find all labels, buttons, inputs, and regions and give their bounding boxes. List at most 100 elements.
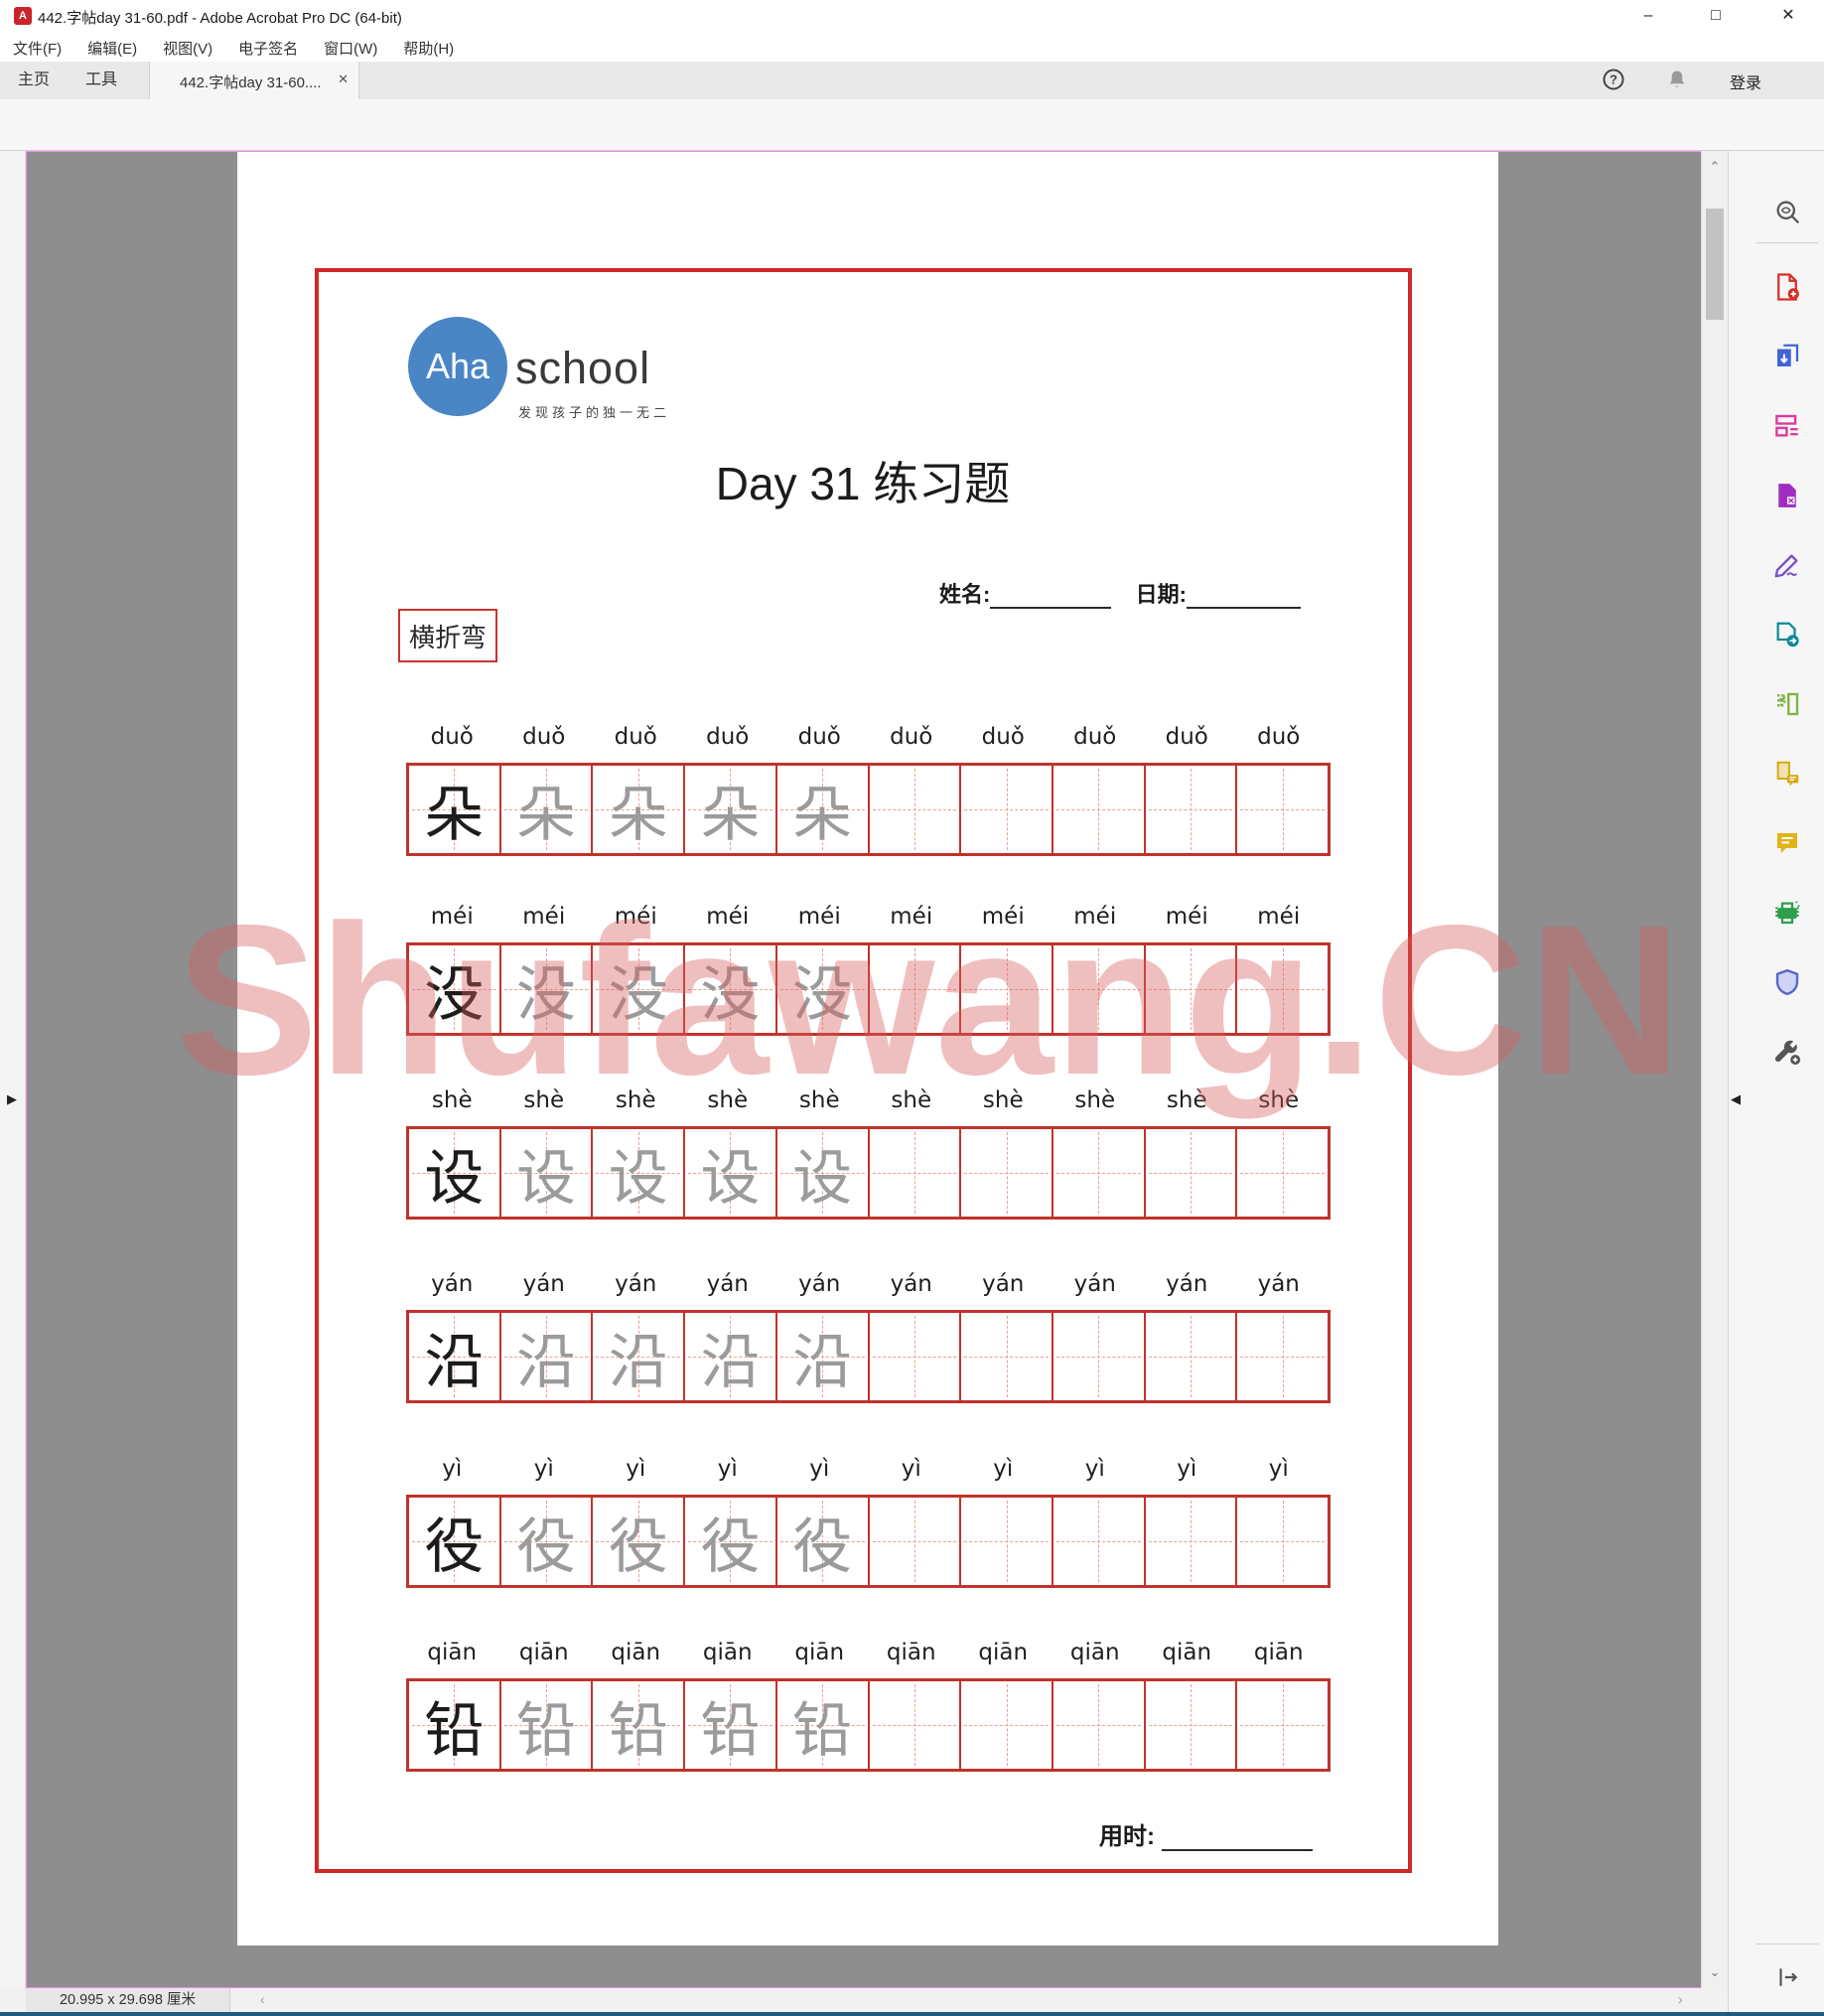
grid-cell: 朵 <box>501 766 594 853</box>
maximize-button[interactable]: □ <box>1694 0 1738 32</box>
tab-bar: 主页 工具 442.字帖day 31-60.... ✕ ? 登录 <box>0 62 1824 99</box>
trace-character: 铅 <box>792 1695 853 1766</box>
pinyin-label: yán <box>1166 1271 1208 1297</box>
tab-document[interactable]: 442.字帖day 31-60.... ✕ <box>149 62 359 99</box>
close-button[interactable]: ✕ <box>1766 0 1810 32</box>
example-character: 设 <box>424 1143 485 1214</box>
trace-character: 朵 <box>516 780 577 850</box>
scroll-left-icon[interactable]: ‹ <box>260 1991 265 2007</box>
pinyin-label: shè <box>982 1087 1024 1113</box>
scroll-up-icon[interactable]: ⌃ <box>1702 159 1728 175</box>
pinyin-label: méi <box>430 904 474 930</box>
menu-view[interactable]: 视图(V) <box>150 33 225 64</box>
pinyin-label: shè <box>798 1087 840 1113</box>
grid-cell: 没 <box>777 945 870 1033</box>
menu-help[interactable]: 帮助(H) <box>390 33 467 64</box>
export-pdf-icon[interactable] <box>1770 479 1804 512</box>
grid-cell <box>1237 766 1328 853</box>
expand-left-pane-icon[interactable]: ▶ <box>7 1092 17 1105</box>
trace-character: 设 <box>608 1143 668 1214</box>
scroll-right-icon[interactable]: › <box>1678 1991 1683 2007</box>
minimize-button[interactable]: – <box>1626 0 1670 32</box>
scan-ocr-icon[interactable] <box>1770 896 1804 930</box>
grid-cell <box>1053 945 1146 1033</box>
tab-tools[interactable]: 工具 <box>71 62 131 99</box>
grid-cell <box>1146 1498 1238 1585</box>
pinyin-label: qiān <box>886 1640 936 1665</box>
trace-character: 朵 <box>792 780 853 850</box>
name-label: 姓名: <box>939 582 991 607</box>
grid-cell: 没 <box>685 945 777 1033</box>
pinyin-label: méi <box>614 904 657 930</box>
menu-esign[interactable]: 电子签名 <box>225 33 311 64</box>
comment-tool-icon[interactable] <box>1770 826 1804 860</box>
menu-file[interactable]: 文件(F) <box>0 33 74 64</box>
protect-pdf-icon[interactable] <box>1770 965 1804 999</box>
collapse-right-pane-icon[interactable]: ◀ <box>1731 1092 1741 1105</box>
pinyin-label: qiān <box>611 1640 661 1665</box>
trace-character: 没 <box>608 959 668 1030</box>
pinyin-label: duǒ <box>1165 724 1208 750</box>
trace-character: 没 <box>516 959 577 1030</box>
notifications-bell-icon[interactable] <box>1665 68 1691 93</box>
grid-cell <box>1237 1313 1328 1400</box>
right-tools-panel: ◀ <box>1728 151 1824 2012</box>
grid-cell <box>1237 945 1328 1033</box>
window-title: 442.字帖day 31-60.pdf - Adobe Acrobat Pro … <box>38 10 402 27</box>
search-tools-icon[interactable] <box>1770 195 1804 228</box>
open-tools-pane-icon[interactable] <box>1770 1960 1804 1994</box>
login-button[interactable]: 登录 <box>1730 70 1761 93</box>
trace-character: 沿 <box>700 1327 761 1397</box>
scroll-down-icon[interactable]: ⌄ <box>1702 1964 1728 1980</box>
grid-cell <box>1053 1129 1146 1217</box>
trace-character: 沿 <box>516 1327 577 1397</box>
pinyin-label: méi <box>797 904 841 930</box>
grid-cell: 沿 <box>409 1313 501 1400</box>
pinyin-label: yán <box>615 1271 657 1297</box>
logo-name: school <box>515 343 651 393</box>
trace-character: 沿 <box>608 1327 668 1397</box>
pinyin-label: duǒ <box>522 724 566 750</box>
svg-text:?: ? <box>1610 72 1617 87</box>
trace-character: 铅 <box>700 1695 761 1766</box>
grid-cell: 铅 <box>685 1681 777 1769</box>
pinyin-label: qiān <box>1253 1640 1304 1665</box>
create-pdf-icon[interactable] <box>1770 270 1804 304</box>
help-icon[interactable]: ? <box>1602 68 1627 93</box>
tab-close-icon[interactable]: ✕ <box>338 72 349 87</box>
practice-grid: 没没没没没 <box>406 942 1331 1036</box>
request-comments-icon[interactable] <box>1770 757 1804 791</box>
combine-files-icon[interactable] <box>1770 340 1804 373</box>
grid-cell <box>1053 1313 1146 1400</box>
pinyin-label: yì <box>717 1456 738 1482</box>
share-for-comments-icon[interactable] <box>1770 618 1804 651</box>
fill-sign-icon[interactable] <box>1770 548 1804 582</box>
pinyin-label: yì <box>1268 1456 1289 1482</box>
vertical-scrollbar-thumb[interactable] <box>1706 209 1724 320</box>
taskbar-edge <box>0 2012 1824 2016</box>
vertical-scrollbar[interactable]: ⌃ ⌄ <box>1701 151 1728 1988</box>
grid-cell <box>1146 945 1238 1033</box>
grid-cell: 设 <box>777 1129 870 1217</box>
more-tools-icon[interactable] <box>1770 1035 1804 1069</box>
trace-character: 朵 <box>608 780 668 850</box>
document-viewport[interactable]: Aha school 发现孩子的独一无二 Day 31 练习题 姓名: 日期: … <box>26 151 1702 1988</box>
tab-home[interactable]: 主页 <box>4 62 64 99</box>
trace-character: 朵 <box>700 780 761 850</box>
menu-window[interactable]: 窗口(W) <box>311 33 390 64</box>
pinyin-label: yì <box>442 1456 463 1482</box>
example-character: 铅 <box>424 1695 485 1766</box>
pinyin-label: yán <box>706 1271 749 1297</box>
grid-cell: 设 <box>593 1129 686 1217</box>
trace-character: 沿 <box>792 1327 853 1397</box>
organize-pages-icon[interactable] <box>1770 687 1804 721</box>
example-character: 役 <box>424 1512 485 1582</box>
trace-character: 铅 <box>516 1695 577 1766</box>
trace-character: 设 <box>792 1143 853 1214</box>
menu-edit[interactable]: 编辑(E) <box>74 33 150 64</box>
example-character: 沿 <box>424 1327 485 1397</box>
grid-cell <box>870 945 962 1033</box>
grid-cell <box>870 1498 962 1585</box>
pinyin-label: yì <box>626 1456 646 1482</box>
edit-pdf-icon[interactable] <box>1770 409 1804 443</box>
